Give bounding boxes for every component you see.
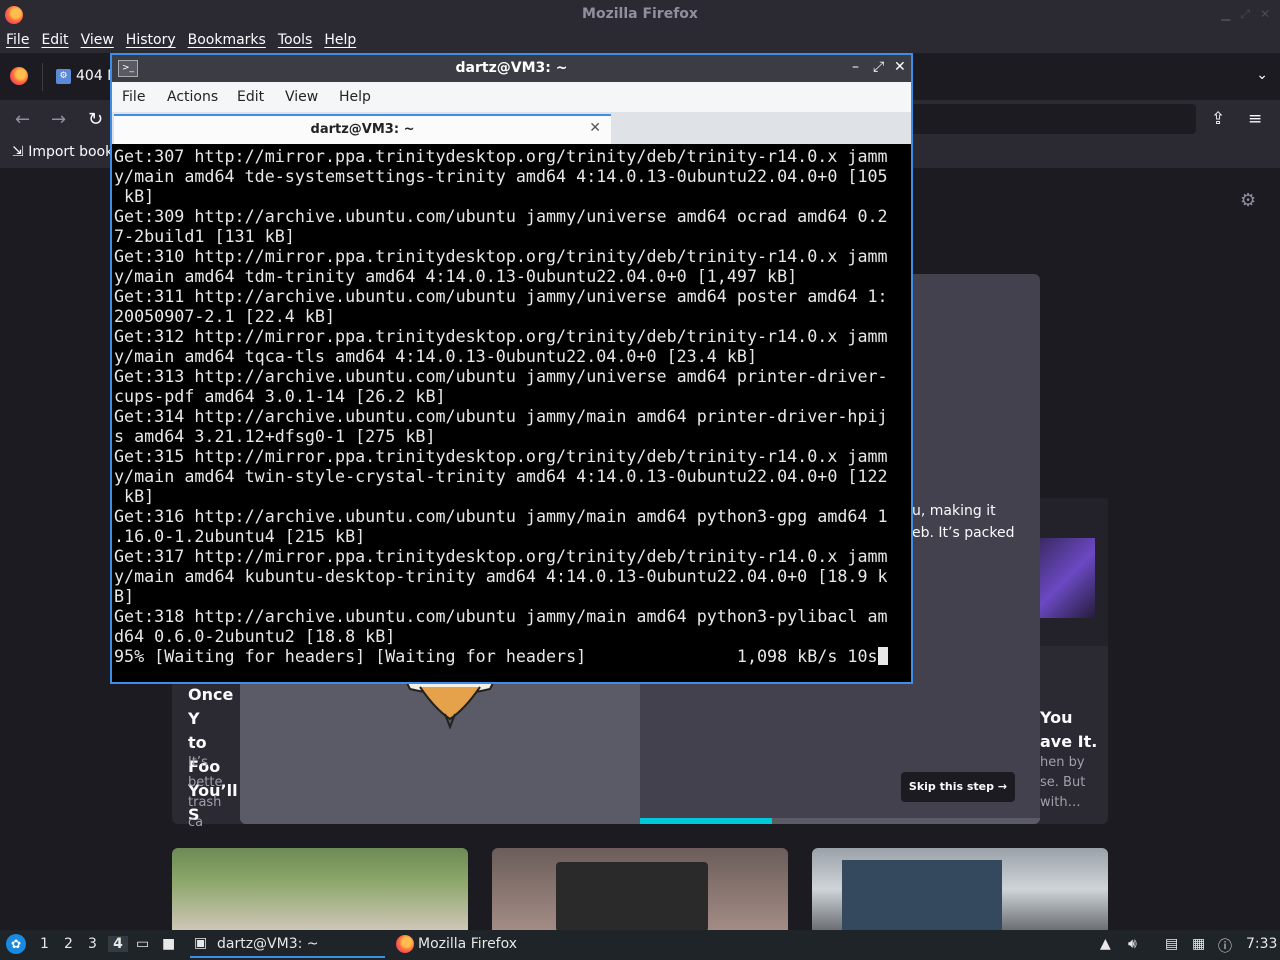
active-task-indicator	[190, 956, 385, 958]
task-firefox-label: Mozilla Firefox	[418, 936, 518, 952]
terminal-text: Get:307 http://mirror.ppa.trinitydesktop…	[114, 146, 888, 666]
firefox-window-controls: ▁ ⤢ ✕	[1221, 7, 1270, 22]
story-thumbnail-2[interactable]	[492, 848, 788, 930]
left-card-body: It’s bette trash ca	[188, 753, 240, 833]
firefox-titlebar: Mozilla Firefox ▁ ⤢ ✕	[0, 0, 1280, 29]
firefox-window-title: Mozilla Firefox	[582, 6, 698, 22]
terminal-menubar: File Actions Edit View Help	[112, 82, 911, 112]
clipboard-icon[interactable]: ▤	[1165, 936, 1178, 952]
laptop-image	[556, 862, 708, 930]
workspace-3[interactable]: 3	[88, 936, 97, 952]
onboarding-progress-fill	[640, 818, 772, 824]
terminal-menu-file[interactable]: File	[122, 89, 145, 105]
terminal-menu-help[interactable]: Help	[339, 89, 371, 105]
terminal-cursor	[877, 647, 888, 665]
left-card-title-line: Once Y	[188, 685, 234, 728]
task-terminal-label: dartz@VM3: ~	[217, 936, 319, 952]
close-tab-icon[interactable]: ✕	[589, 120, 601, 136]
minimize-icon[interactable]: ▁	[1221, 7, 1230, 22]
forward-arrow-icon[interactable]: →	[51, 109, 66, 130]
right-card-body-line: se. But	[1040, 775, 1086, 790]
menu-edit[interactable]: Edit	[35, 29, 74, 53]
workspace-4[interactable]: 4	[108, 936, 128, 952]
close-icon[interactable]: ✕	[1260, 7, 1270, 22]
start-menu-icon[interactable]: ✿	[6, 934, 26, 954]
list-all-tabs-chevron-down-icon[interactable]: ⌄	[1256, 67, 1268, 83]
right-card-body-line: with…	[1040, 795, 1081, 810]
firefox-task-icon	[396, 935, 414, 953]
terminal-output[interactable]: Get:307 http://mirror.ppa.trinitydesktop…	[112, 144, 911, 682]
right-card-thumbnail[interactable]	[1040, 498, 1108, 646]
clock: 7:33	[1246, 936, 1278, 952]
extensions-icon[interactable]: ⇪	[1211, 109, 1225, 129]
menu-file[interactable]: File	[0, 29, 35, 53]
right-card-title-line: You	[1040, 708, 1073, 727]
terminal-task-icon: ▣	[194, 935, 208, 951]
terminal-tab-label: dartz@VM3: ~	[310, 122, 415, 137]
task-firefox[interactable]: Mozilla Firefox	[394, 932, 594, 958]
right-card-body: hen by se. But with…	[1040, 753, 1085, 813]
onboarding-text-line: eb. It’s packed	[912, 525, 1015, 541]
minimize-icon[interactable]: –	[852, 59, 859, 75]
taskbar: ✿ 1 2 3 4 ▭ ■ ▣ dartz@VM3: ~ Mozilla Fir…	[0, 930, 1280, 960]
notification-icon[interactable]: ⓘ	[1218, 936, 1232, 956]
maximize-icon[interactable]: ⤢	[1240, 7, 1250, 22]
thumbnail-image	[1040, 538, 1095, 618]
close-icon[interactable]: ✕	[894, 59, 906, 75]
right-card-title-line: ave It.	[1040, 732, 1098, 751]
story-thumbnail-1[interactable]	[172, 848, 468, 930]
tab-404[interactable]: ⚙ 404 N	[52, 61, 118, 93]
right-card-title[interactable]: You ave It.	[1040, 706, 1097, 754]
skip-this-step-button[interactable]: Skip this step →	[901, 772, 1015, 802]
reload-icon[interactable]: ↻	[88, 109, 103, 130]
file-manager-icon[interactable]: ▭	[136, 936, 149, 952]
terminal-tabbar: dartz@VM3: ~ ✕	[112, 112, 911, 144]
task-terminal[interactable]: ▣ dartz@VM3: ~	[190, 932, 385, 958]
tray-up-arrow-icon[interactable]: ▲	[1100, 936, 1111, 952]
terminal-window-title: dartz@VM3: ~	[455, 60, 568, 76]
back-arrow-icon[interactable]: ←	[15, 109, 30, 130]
menu-history[interactable]: History	[120, 29, 182, 53]
tab-favicon-icon: ⚙	[56, 69, 71, 84]
left-card-body-line: trash ca	[188, 795, 222, 830]
workspace-1[interactable]: 1	[40, 936, 49, 952]
delivery-truck-image	[842, 860, 1002, 930]
menu-bookmarks[interactable]: Bookmarks	[182, 29, 272, 53]
terminal-window: >_ dartz@VM3: ~ – ⤢ ✕ File Actions Edit …	[110, 53, 913, 684]
terminal-menu-view[interactable]: View	[285, 89, 318, 105]
show-desktop-icon[interactable]: ■	[162, 936, 175, 952]
import-bookmarks-link[interactable]: ⇲ Import book	[12, 144, 113, 160]
firefox-menubar: File Edit View History Bookmarks Tools H…	[0, 29, 1280, 53]
import-bookmarks-label: Import book	[28, 144, 114, 160]
url-bar[interactable]	[904, 104, 1196, 134]
onboarding-progress-bar	[640, 818, 1040, 824]
menu-tools[interactable]: Tools	[272, 29, 319, 53]
hamburger-menu-icon[interactable]: ≡	[1248, 109, 1262, 129]
menu-view[interactable]: View	[75, 29, 120, 53]
network-icon[interactable]: ▦	[1192, 936, 1205, 952]
menu-help[interactable]: Help	[318, 29, 362, 53]
firefox-view-icon[interactable]	[10, 67, 28, 85]
right-card-body-line: hen by	[1040, 755, 1085, 770]
workspace-2[interactable]: 2	[64, 936, 73, 952]
left-card-body-line: It’s bette	[188, 755, 223, 790]
terminal-tab[interactable]: dartz@VM3: ~ ✕	[114, 114, 611, 144]
tab-separator	[42, 63, 43, 91]
settings-gear-icon[interactable]: ⚙	[1240, 190, 1256, 211]
maximize-icon[interactable]: ⤢	[873, 59, 884, 75]
terminal-menu-actions[interactable]: Actions	[167, 89, 218, 105]
onboarding-text-line: u, making it	[912, 503, 996, 519]
volume-icon[interactable]: 🔊︎	[1128, 936, 1137, 952]
story-thumbnail-3[interactable]	[812, 848, 1108, 930]
terminal-menu-edit[interactable]: Edit	[237, 89, 264, 105]
terminal-titlebar[interactable]: >_ dartz@VM3: ~ – ⤢ ✕	[112, 55, 911, 82]
